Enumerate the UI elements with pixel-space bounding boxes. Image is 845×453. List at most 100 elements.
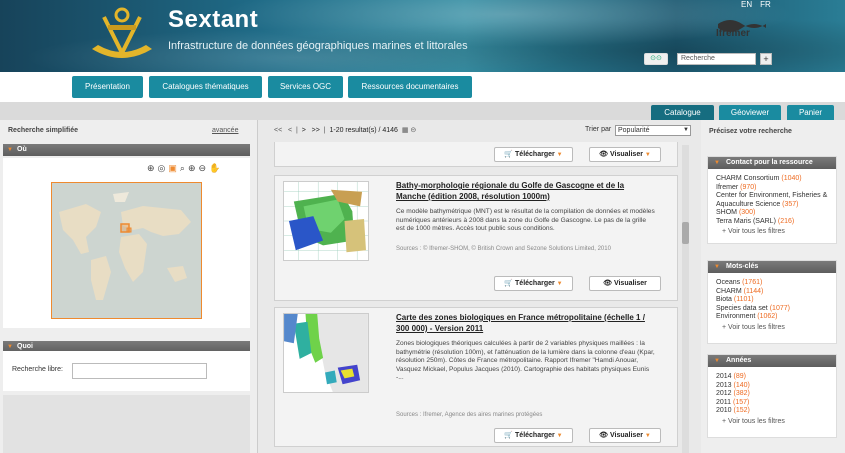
result-card: 🛒 Télécharger ▼ 👁 Visualiser ▼	[274, 142, 678, 167]
free-search-input[interactable]	[72, 363, 207, 379]
download-button[interactable]: 🛒 Télécharger ▼	[494, 147, 573, 162]
facet-item[interactable]: Species data set (1077)	[716, 305, 828, 314]
facet-item-name: Ifremer	[716, 183, 739, 191]
pan-hand-icon[interactable]: ✋	[209, 163, 223, 173]
sort-select[interactable]: Popularité ▼	[615, 125, 691, 136]
header-search-input[interactable]: Recherche	[677, 53, 756, 65]
sort-value: Popularité	[618, 127, 650, 134]
prev-page-button[interactable]: <	[288, 127, 292, 134]
next-page-button[interactable]: >	[302, 127, 306, 134]
zoom-out-icon[interactable]: ⊖	[199, 163, 210, 173]
facet-item[interactable]: Center for Environment, Fisheries & Aqua…	[716, 192, 828, 209]
facet-years: ▼ Années 2014 (89) 2013 (140) 2012 (382) …	[707, 354, 837, 438]
where-section-header[interactable]: ▼ Où	[3, 144, 250, 156]
pager-separator: |	[296, 127, 298, 134]
facet-item[interactable]: 2014 (89)	[716, 373, 828, 382]
tab-panier[interactable]: Panier	[787, 105, 834, 120]
facet-header[interactable]: ▼ Mots-clés	[708, 261, 836, 273]
language-switcher: EN FR	[741, 0, 779, 9]
pager-separator: |	[323, 127, 326, 134]
collapse-arrow-icon: ▼	[7, 147, 13, 153]
download-button[interactable]: 🛒 Télécharger ▼	[494, 276, 573, 291]
facet-item[interactable]: 2012 (382)	[716, 390, 828, 399]
search-panel: Recherche simplifiée avancée ▼ Où ⊕◎▣⌕⊕⊖✋…	[0, 120, 258, 453]
results-scrollbar[interactable]	[682, 145, 689, 453]
tab-catalogue[interactable]: Catalogue	[651, 105, 714, 120]
draw-box-icon[interactable]: ▣	[168, 163, 180, 173]
facet-header[interactable]: ▼ Contact pour la ressource	[708, 157, 836, 169]
download-button[interactable]: 🛒 Télécharger ▼	[494, 428, 573, 443]
facet-item-name: Biota	[716, 296, 732, 303]
facet-item[interactable]: 2013 (140)	[716, 382, 828, 391]
link-icon[interactable]: ⊝	[410, 127, 416, 134]
share-link-button[interactable]: ⊙⊙	[644, 53, 668, 65]
facet-item[interactable]: Environment (1062)	[716, 313, 828, 322]
view-label: Visualiser	[613, 280, 647, 287]
facet-item-count: (357)	[782, 200, 799, 208]
zoom-box-icon[interactable]: ⌕	[180, 163, 188, 173]
facet-title: Années	[726, 357, 752, 364]
what-label: Quoi	[17, 343, 33, 350]
view-button[interactable]: 👁 Visualiser ▼	[589, 147, 661, 162]
facet-item-name: 2012	[716, 390, 732, 397]
world-map[interactable]	[51, 182, 202, 319]
results-panel: << < | > >> | 1-20 resultat(s) / 4146 ▦ …	[260, 120, 700, 453]
facet-item-name: Oceans	[716, 279, 741, 286]
sextant-logo-icon[interactable]	[86, 5, 158, 63]
left-panel-footer	[3, 395, 250, 453]
nav-presentation[interactable]: Présentation	[72, 76, 143, 98]
nav-catalogues-thematiques[interactable]: Catalogues thématiques	[149, 76, 262, 98]
last-page-button[interactable]: >>	[312, 127, 320, 134]
header-search-button[interactable]: +	[760, 53, 772, 65]
tab-geoviewer[interactable]: Géoviewer	[719, 105, 781, 120]
facet-item-count: (1062)	[757, 313, 778, 320]
lang-en-link[interactable]: EN	[741, 0, 752, 9]
nav-ressources-documentaires[interactable]: Ressources documentaires	[348, 76, 472, 98]
zoom-in-icon[interactable]: ⊕	[188, 163, 199, 173]
view-button[interactable]: 👁 Visualiser ▼	[589, 428, 661, 443]
facet-item[interactable]: Terra Maris (SARL) (216)	[716, 218, 828, 227]
select-icon[interactable]: ▦	[402, 127, 409, 134]
site-header: Sextant Infrastructure de données géogra…	[0, 0, 845, 72]
result-title[interactable]: Bathy-morphologie régionale du Golfe de …	[396, 180, 656, 202]
facet-item-count: (1761)	[742, 279, 763, 286]
globe-icon[interactable]: ⊕	[147, 163, 158, 173]
facet-item[interactable]: SHOM (300)	[716, 209, 828, 218]
lang-fr-link[interactable]: FR	[760, 0, 771, 9]
facet-item-name: 2011	[716, 398, 732, 406]
results-summary: 1-20 resultat(s) / 4146	[329, 127, 398, 134]
biological-zones-thumbnail[interactable]	[283, 313, 369, 393]
zoom-extent-icon[interactable]: ◎	[158, 163, 169, 173]
facet-item[interactable]: CHARM (1144)	[716, 288, 828, 297]
download-label: Télécharger	[515, 280, 555, 287]
facet-item-name: SHOM	[716, 209, 737, 216]
facet-item-name: CHARM Consortium	[716, 175, 780, 182]
bathymetry-thumbnail[interactable]	[283, 181, 369, 261]
see-all-filters-link[interactable]: + Voir tous les filtres	[708, 324, 836, 335]
facet-item[interactable]: 2010 (152)	[716, 407, 828, 416]
view-button[interactable]: 👁 Visualiser	[589, 276, 661, 291]
result-card: Bathy-morphologie régionale du Golfe de …	[274, 175, 678, 301]
facet-item-name: 2010	[716, 407, 732, 414]
eye-icon: 👁	[603, 280, 612, 287]
site-subtitle: Infrastructure de données géographiques …	[168, 40, 468, 52]
facet-header[interactable]: ▼ Années	[708, 355, 836, 367]
nav-services-ogc[interactable]: Services OGC	[268, 76, 343, 98]
first-page-button[interactable]: <<	[274, 127, 282, 134]
see-all-filters-link[interactable]: + Voir tous les filtres	[708, 418, 836, 429]
facet-item[interactable]: CHARM Consortium (1040)	[716, 175, 828, 184]
map-toolbar: ⊕◎▣⌕⊕⊖✋	[147, 163, 223, 175]
facet-item-name: 2013	[716, 381, 732, 389]
facet-item[interactable]: 2011 (157)	[716, 399, 828, 408]
see-all-filters-link[interactable]: + Voir tous les filtres	[708, 228, 836, 239]
facet-item[interactable]: Oceans (1761)	[716, 279, 828, 288]
result-source: Sources : © Ifremer-SHOM, © British Crow…	[396, 246, 611, 252]
result-title[interactable]: Carte des zones biologiques en France mé…	[396, 312, 656, 334]
facet-item[interactable]: Ifremer (970)	[716, 184, 828, 193]
facet-item-count: (1144)	[743, 287, 764, 295]
site-title: Sextant	[168, 6, 259, 33]
advanced-search-link[interactable]: avancée	[212, 127, 238, 134]
collapse-arrow-icon: ▼	[714, 358, 720, 364]
facet-item[interactable]: Biota (1101)	[716, 296, 828, 305]
results-scrollbar-thumb[interactable]	[682, 222, 689, 244]
